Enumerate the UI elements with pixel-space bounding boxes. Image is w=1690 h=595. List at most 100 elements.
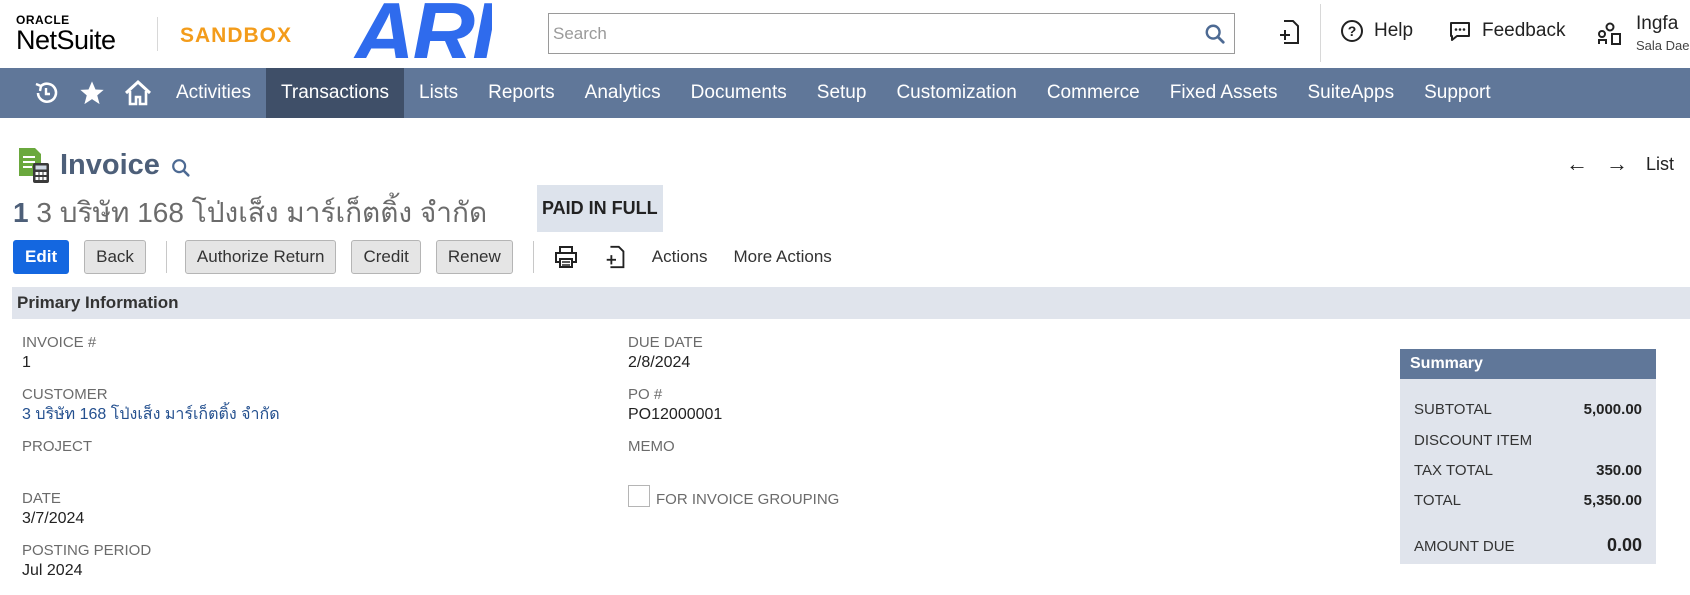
header-separator: [1320, 4, 1321, 62]
summary-label: TAX TOTAL: [1414, 462, 1493, 479]
search-icon[interactable]: [170, 157, 192, 179]
nav-reports[interactable]: Reports: [473, 68, 570, 118]
field-value: 1: [22, 354, 31, 371]
list-link[interactable]: List: [1646, 154, 1674, 175]
help-label: Help: [1374, 20, 1414, 41]
home-button[interactable]: [115, 68, 161, 118]
logo-divider: [157, 17, 158, 51]
customer-link[interactable]: 3 บริษัท 168 โป่งเส็ง มาร์เก็ตติ้ง จำกัด: [22, 404, 280, 426]
field-value: PO12000001: [628, 406, 723, 423]
search-input[interactable]: [549, 14, 1189, 53]
nav-commerce[interactable]: Commerce: [1032, 68, 1155, 118]
new-record-icon[interactable]: [1276, 18, 1304, 46]
nav-activities[interactable]: Activities: [161, 68, 266, 118]
nav-customization[interactable]: Customization: [881, 68, 1031, 118]
field-label: INVOICE #: [22, 334, 97, 351]
customer-logo: ARI: [352, 0, 492, 58]
main-navigation: Activities Transactions Lists Reports An…: [0, 68, 1690, 118]
record-number: 1: [13, 197, 29, 228]
more-actions-menu[interactable]: More Actions: [734, 247, 832, 267]
nav-suiteapps[interactable]: SuiteApps: [1292, 68, 1409, 118]
summary-tax-total: TAX TOTAL 350.00: [1414, 462, 1642, 479]
help-circle-icon: ?: [1341, 20, 1363, 42]
primary-information-header[interactable]: Primary Information: [12, 287, 1690, 319]
edit-button[interactable]: Edit: [13, 240, 70, 274]
feedback-label: Feedback: [1482, 20, 1566, 41]
date-field: DATE 3/7/2024: [22, 490, 84, 530]
star-icon: [80, 81, 104, 105]
nav-lists[interactable]: Lists: [404, 68, 473, 118]
record-customer-name: 3 บริษัท 168 โป่งเส็ง มาร์เก็ตติ้ง จำกัด: [36, 197, 488, 228]
user-account: Sala Dae: [1636, 38, 1690, 53]
renew-button[interactable]: Renew: [435, 240, 513, 274]
status-badge: PAID IN FULL: [537, 185, 663, 232]
netsuite-wordmark: NetSuite: [16, 25, 116, 55]
authorize-return-button[interactable]: Authorize Return: [184, 240, 337, 274]
field-label: DUE DATE: [628, 334, 703, 351]
project-field: PROJECT: [22, 438, 92, 456]
summary-discount: DISCOUNT ITEM: [1414, 432, 1642, 449]
invoice-document-icon: [19, 148, 49, 183]
help-link[interactable]: ? Help: [1340, 19, 1413, 43]
summary-value: 350.00: [1596, 462, 1642, 479]
field-label: DATE: [22, 490, 61, 507]
field-value: 3/7/2024: [22, 510, 85, 527]
invoice-number-field: INVOICE # 1: [22, 334, 96, 374]
summary-label: TOTAL: [1414, 492, 1461, 509]
invoice-grouping-checkbox[interactable]: [628, 485, 650, 507]
summary-title: Summary: [1400, 349, 1656, 379]
field-value: Jul 2024: [22, 562, 83, 579]
new-record-icon: [606, 245, 625, 269]
invoice-grouping-label: FOR INVOICE GROUPING: [656, 491, 840, 508]
summary-label: SUBTOTAL: [1414, 401, 1492, 418]
search-icon[interactable]: [1204, 23, 1226, 45]
feedback-link[interactable]: Feedback: [1448, 19, 1565, 43]
print-icon: [554, 246, 577, 268]
field-label: MEMO: [628, 438, 675, 455]
nav-analytics[interactable]: Analytics: [570, 68, 676, 118]
record-pager: ← → List: [1566, 153, 1674, 175]
favorites-button[interactable]: [69, 68, 115, 118]
chat-bubble-icon: [1450, 22, 1470, 41]
summary-box: Summary SUBTOTAL 5,000.00 DISCOUNT ITEM …: [1400, 349, 1656, 564]
recent-history-icon: [35, 82, 58, 103]
customer-field: CUSTOMER 3 บริษัท 168 โป่งเส็ง มาร์เก็ตต…: [22, 386, 280, 426]
posting-period-field: POSTING PERIOD Jul 2024: [22, 542, 151, 582]
summary-value: 5,000.00: [1583, 401, 1642, 418]
nav-documents[interactable]: Documents: [676, 68, 802, 118]
summary-amount-due: AMOUNT DUE 0.00: [1414, 535, 1642, 556]
actions-menu[interactable]: Actions: [652, 247, 708, 267]
user-name[interactable]: Ingfa: [1636, 13, 1678, 35]
memo-field: MEMO: [628, 438, 675, 456]
credit-button[interactable]: Credit: [351, 240, 421, 274]
nav-setup[interactable]: Setup: [802, 68, 882, 118]
recent-records-button[interactable]: [23, 68, 69, 118]
nav-transactions[interactable]: Transactions: [265, 68, 405, 118]
summary-value: 0.00: [1606, 535, 1642, 555]
nav-support[interactable]: Support: [1409, 68, 1506, 118]
toolbar-separator: [532, 241, 534, 273]
field-label: PROJECT: [22, 438, 93, 455]
svg-text:?: ?: [1348, 23, 1357, 39]
sandbox-label: SANDBOX: [180, 24, 293, 47]
summary-value: 5,350.00: [1583, 492, 1642, 509]
record-heading: 1 3 บริษัท 168 โป่งเส็ง มาร์เก็ตติ้ง จำก…: [13, 191, 487, 235]
field-label: POSTING PERIOD: [22, 542, 152, 559]
summary-total: TOTAL 5,350.00: [1414, 492, 1642, 509]
back-button[interactable]: Back: [84, 240, 146, 274]
po-number-field: PO # PO12000001: [628, 386, 722, 426]
arrow-left-icon[interactable]: ←: [1566, 153, 1588, 175]
global-search[interactable]: [548, 13, 1235, 54]
summary-label: DISCOUNT ITEM: [1414, 432, 1533, 449]
netsuite-logo[interactable]: ORACLE NetSuite: [16, 14, 116, 54]
arrow-right-icon[interactable]: →: [1606, 153, 1628, 175]
nav-fixed-assets[interactable]: Fixed Assets: [1155, 68, 1293, 118]
print-button[interactable]: [552, 243, 580, 271]
summary-subtotal: SUBTOTAL 5,000.00: [1414, 401, 1642, 418]
field-label: CUSTOMER: [22, 386, 108, 403]
user-roles-icon[interactable]: [1596, 20, 1624, 48]
record-toolbar: Edit Back Authorize Return Credit Renew …: [13, 240, 858, 274]
make-copy-button[interactable]: [602, 243, 630, 271]
page-title: Invoice: [60, 148, 160, 181]
field-label: PO #: [628, 386, 663, 403]
